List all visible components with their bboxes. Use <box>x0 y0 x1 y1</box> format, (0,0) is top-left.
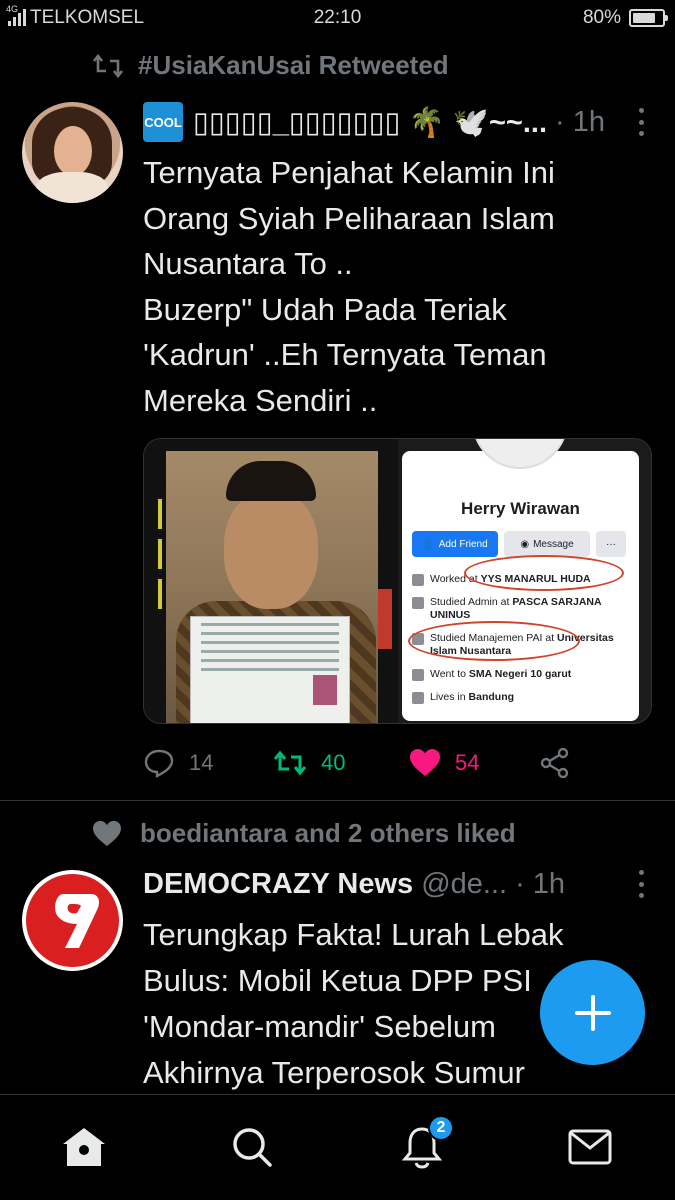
reply-button[interactable]: 14 <box>143 740 213 786</box>
nav-home[interactable] <box>56 1119 112 1175</box>
notification-badge: 2 <box>428 1115 454 1141</box>
fb-message-button: ◉ Message <box>504 531 590 557</box>
home-icon <box>412 692 424 704</box>
share-icon <box>540 748 569 778</box>
democrazy-logo-mark <box>54 893 99 948</box>
search-icon <box>233 1128 272 1167</box>
tweet-text-line: Nusantara To .. <box>143 246 353 281</box>
bottom-navigation: 2 <box>0 1094 675 1200</box>
tweet-time[interactable]: 1h <box>533 868 565 901</box>
avatar[interactable] <box>22 870 123 971</box>
avatar[interactable] <box>22 102 123 203</box>
messenger-icon: ◉ <box>520 538 530 550</box>
battery-icon <box>629 9 668 27</box>
fb-add-friend-button: 👤 Add Friend <box>412 531 498 557</box>
tweet-text-line: Mereka Sendiri .. <box>143 382 378 418</box>
social-context-text: #UsiaKanUsai Retweeted <box>138 50 449 80</box>
reply-count: 14 <box>189 750 214 775</box>
tweet-divider <box>0 800 675 801</box>
mail-icon <box>568 1129 612 1165</box>
democrazy-logo <box>26 874 119 967</box>
tweet-header: COOL ▯▯▯▯▯_▯▯▯▯▯▯▯ 🌴 🕊️~~... · 1h <box>143 102 645 142</box>
display-name[interactable]: ▯▯▯▯▯_▯▯▯▯▯▯▯ 🌴 🕊️~~... <box>193 105 547 140</box>
tweet-time[interactable]: 1h <box>573 106 605 139</box>
compose-tweet-button[interactable] <box>540 960 645 1065</box>
fb-profile-name: Herry Wirawan <box>461 499 580 518</box>
person-plus-icon: 👤 <box>422 538 435 550</box>
battery-percent: 80% <box>582 7 621 28</box>
facebook-profile-screenshot: Herry Wirawan 👤 Add Friend ◉ Message ··· W… <box>402 439 639 721</box>
tweet-text-line: Buzerp" Udah Pada Teriak <box>143 291 507 327</box>
red-circle-annotation <box>464 555 624 591</box>
tweet-header: DEMOCRAZY News @de... · 1h <box>143 864 645 904</box>
heart-icon <box>410 749 440 776</box>
separator: · <box>515 867 525 900</box>
graduation-cap-icon <box>412 597 424 609</box>
red-circle-annotation <box>408 621 580 661</box>
media-photo-man-with-id-card <box>144 439 398 723</box>
retweet-icon <box>273 750 307 776</box>
share-button[interactable] <box>539 740 571 786</box>
user-handle[interactable]: @de... <box>421 868 507 901</box>
cool-badge: COOL <box>143 102 183 142</box>
status-bar: 4G TELKOMSEL 22:10 80% <box>0 0 675 36</box>
tweet-text-line: Ternyata Penjahat Kelamin Ini <box>143 155 555 190</box>
tweet-media-image[interactable]: Herry Wirawan 👤 Add Friend ◉ Message ··· W… <box>143 438 652 724</box>
retweet-count: 40 <box>321 750 346 775</box>
tweet-actions: 14 40 54 <box>143 740 643 786</box>
tweet-text: Ternyata Penjahat Kelamin Ini Orang Syia… <box>143 150 643 423</box>
retweet-icon <box>92 53 124 78</box>
graduation-cap-icon <box>412 669 424 681</box>
fb-detail-item: Lives in Bandung <box>412 691 631 704</box>
fb-more-button: ··· <box>596 531 626 557</box>
nav-messages[interactable] <box>562 1119 618 1175</box>
more-options-icon[interactable] <box>637 870 645 898</box>
more-options-icon[interactable] <box>637 108 645 136</box>
briefcase-icon <box>412 574 424 586</box>
nav-search[interactable] <box>224 1119 280 1175</box>
fb-detail-item: Went to SMA Negeri 10 garut <box>412 668 631 681</box>
retweet-button[interactable]: 40 <box>273 740 345 786</box>
reply-icon <box>144 749 174 778</box>
home-icon <box>63 1128 105 1166</box>
fb-detail-item: Studied Admin at PASCA SARJANA UNINUS <box>412 596 631 622</box>
like-button[interactable]: 54 <box>409 740 479 786</box>
social-context: #UsiaKanUsai Retweeted <box>92 50 449 81</box>
nav-notifications[interactable]: 2 <box>394 1115 454 1175</box>
plus-icon <box>574 994 611 1031</box>
display-name[interactable]: DEMOCRAZY News <box>143 868 413 901</box>
like-count: 54 <box>455 750 480 775</box>
tweet-text-line: Orang Syiah Peliharaan Islam <box>143 200 555 236</box>
heart-icon <box>93 820 121 846</box>
tweet-text-line: 'Kadrun' ..Eh Ternyata Teman <box>143 337 547 372</box>
social-context: boediantara and 2 others liked <box>92 818 516 849</box>
separator: · <box>555 105 565 138</box>
status-time: 22:10 <box>313 7 362 28</box>
tweet-text-line: Terungkap Fakta! Lurah Lebak <box>143 917 564 952</box>
social-context-text: boediantara and 2 others liked <box>140 818 516 848</box>
